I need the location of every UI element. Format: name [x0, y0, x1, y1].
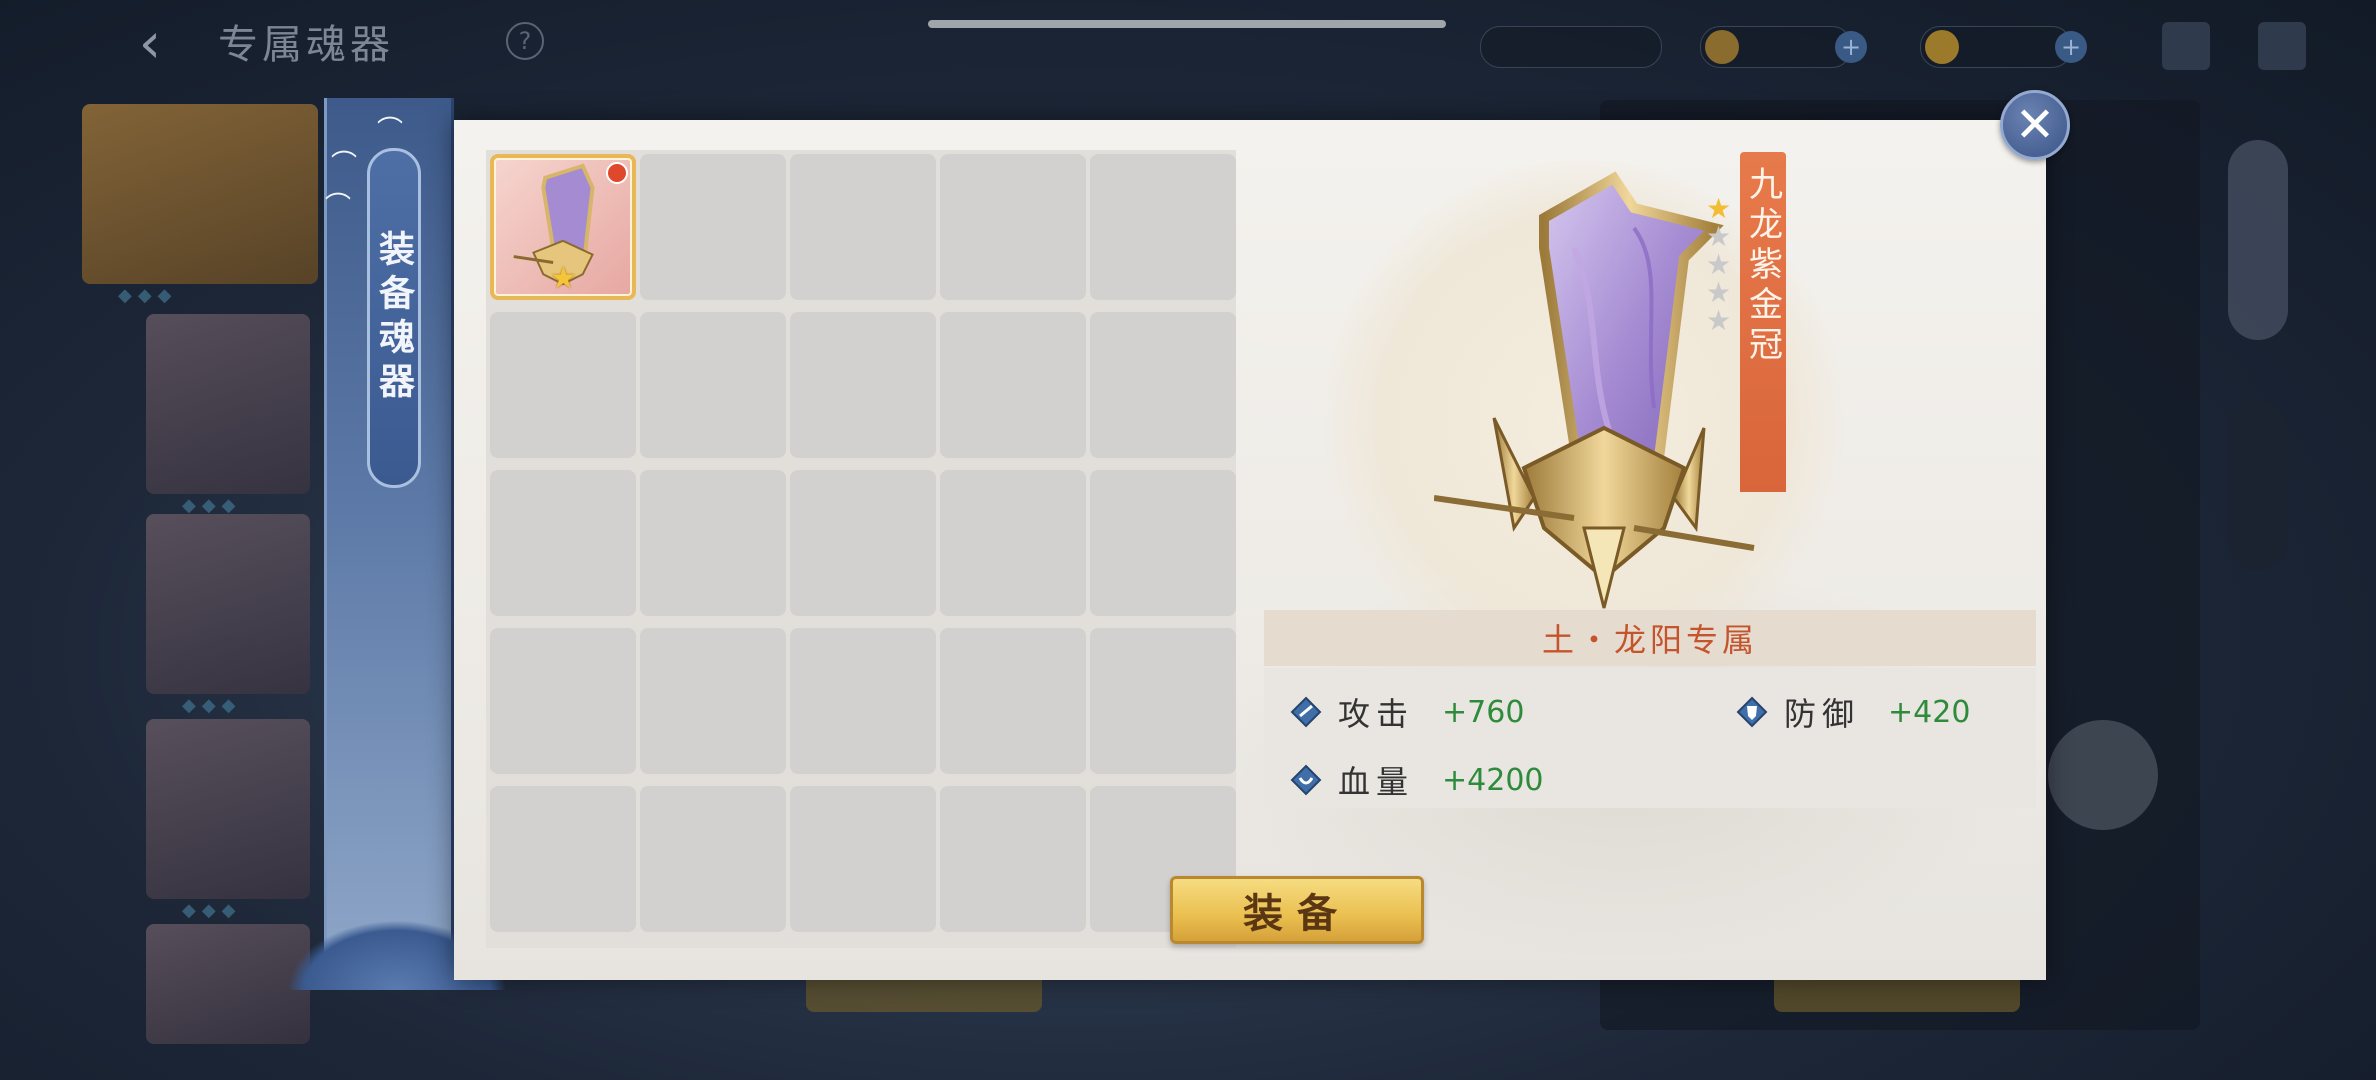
item-detail: ★ ★ ★ ★ ★ 九龙紫金冠 土・龙阳专属 攻击 +760 防御 +420 血量 +4… — [1254, 120, 2046, 980]
inventory-empty-slot — [790, 470, 936, 616]
inventory-empty-slot — [790, 154, 936, 300]
home-indicator — [928, 20, 1446, 28]
inventory-empty-slot — [1090, 470, 1236, 616]
side-toggle[interactable] — [2228, 140, 2288, 340]
hero-list: ◆◆◆ ◆◆◆ ◆◆◆ ◆◆◆ — [82, 104, 318, 1044]
defense-icon — [1736, 696, 1768, 728]
inventory-empty-slot — [490, 312, 636, 458]
bird-icon: ⌒ — [325, 192, 352, 222]
stat-value: +760 — [1442, 694, 1525, 730]
attack-icon — [1290, 696, 1322, 728]
equip-button-label: 装备 — [1243, 890, 1351, 937]
inventory-empty-slot — [940, 154, 1086, 300]
star-empty-icon: ★ — [1706, 248, 1732, 281]
hero-card[interactable]: ◆◆◆ — [146, 314, 310, 516]
ingot-icon — [1925, 30, 1959, 64]
tab-equip-soul-label: 装备魂器 — [373, 230, 415, 406]
star-empty-icon: ★ — [1706, 304, 1732, 337]
inventory-empty-slot — [640, 470, 786, 616]
inventory-empty-slot — [790, 312, 936, 458]
close-button[interactable]: ✕ — [2000, 90, 2070, 160]
new-badge-dot — [606, 162, 628, 184]
stat-hp: 血量 +4200 — [1290, 756, 1544, 804]
inventory-empty-slot — [1090, 312, 1236, 458]
equip-soul-modal: ★ ★ ★ ★ ★ ★ 九龙紫金冠 土・龙阳专属 攻击 +760 防御 +420… — [454, 120, 2046, 980]
inventory-empty-slot — [640, 786, 786, 932]
item-star-rating: ★ ★ ★ ★ ★ — [1706, 192, 1736, 337]
inventory-empty-slot — [490, 786, 636, 932]
inventory-empty-slot — [640, 628, 786, 774]
menu-icon[interactable] — [2258, 22, 2306, 70]
stat-label: 防御 — [1784, 695, 1861, 733]
side-panel — [2228, 400, 2288, 570]
modal-tab-strip: ⌒ ⌒ ⌒ 装备魂器 — [287, 98, 507, 990]
stat-label: 攻击 — [1338, 695, 1415, 733]
inventory-empty-slot — [940, 786, 1086, 932]
hp-icon — [1290, 764, 1322, 796]
hero-card[interactable]: ◆◆◆ — [146, 719, 310, 921]
inventory-empty-slot — [490, 628, 636, 774]
close-icon: ✕ — [2014, 97, 2056, 153]
stat-value: +4200 — [1442, 762, 1544, 798]
item-name-banner: 九龙紫金冠 — [1740, 152, 1786, 492]
item-name: 九龙紫金冠 — [1742, 166, 1783, 366]
hero-card[interactable] — [146, 924, 310, 1044]
help-icon[interactable]: ? — [506, 22, 544, 60]
bird-icon: ⌒ — [377, 116, 404, 146]
inventory-empty-slot — [790, 628, 936, 774]
ingot-resource: + — [1920, 26, 2087, 68]
faction-label: 土・龙阳专属 — [1541, 621, 1758, 659]
stamina-resource — [1480, 26, 1662, 68]
star-filled-icon: ★ — [1706, 192, 1732, 225]
stats-panel: 攻击 +760 防御 +420 血量 +4200 — [1264, 668, 2036, 808]
inventory-empty-slot — [640, 154, 786, 300]
mail-icon[interactable] — [2162, 22, 2210, 70]
inventory-empty-slot — [790, 786, 936, 932]
inventory-item-slot[interactable]: ★ — [490, 154, 636, 300]
inventory-empty-slot — [940, 470, 1086, 616]
inventory-grid: ★ — [486, 150, 1236, 948]
gold-resource: + — [1700, 26, 1867, 68]
inventory-empty-slot — [1090, 628, 1236, 774]
background-page-title: 专属魂器 — [218, 22, 394, 68]
hero-card[interactable]: ◆◆◆ — [146, 514, 310, 716]
faction-bar: 土・龙阳专属 — [1264, 610, 2036, 666]
star-empty-icon: ★ — [1706, 220, 1732, 253]
stat-attack: 攻击 +760 — [1290, 688, 1524, 736]
background-avatar — [2048, 720, 2158, 830]
inventory-empty-slot — [940, 312, 1086, 458]
stat-defense: 防御 +420 — [1736, 688, 1970, 736]
hero-card[interactable]: ◆◆◆ — [82, 104, 318, 306]
stat-label: 血量 — [1338, 763, 1415, 801]
gold-coin-icon — [1705, 30, 1739, 64]
inventory-empty-slot — [1090, 154, 1236, 300]
add-ingot-button[interactable]: + — [2055, 31, 2087, 63]
inventory-empty-slot — [490, 470, 636, 616]
inventory-empty-slot — [940, 628, 1086, 774]
stat-value: +420 — [1888, 694, 1971, 730]
star-empty-icon: ★ — [1706, 276, 1732, 309]
tab-equip-soul[interactable]: 装备魂器 — [367, 148, 421, 488]
star-icon: ★ — [550, 261, 577, 296]
equip-button[interactable]: 装备 — [1170, 876, 1424, 944]
back-arrow-icon[interactable]: ‹ — [120, 14, 180, 74]
bird-icon: ⌒ — [331, 150, 358, 180]
inventory-empty-slot — [640, 312, 786, 458]
add-gold-button[interactable]: + — [1835, 31, 1867, 63]
